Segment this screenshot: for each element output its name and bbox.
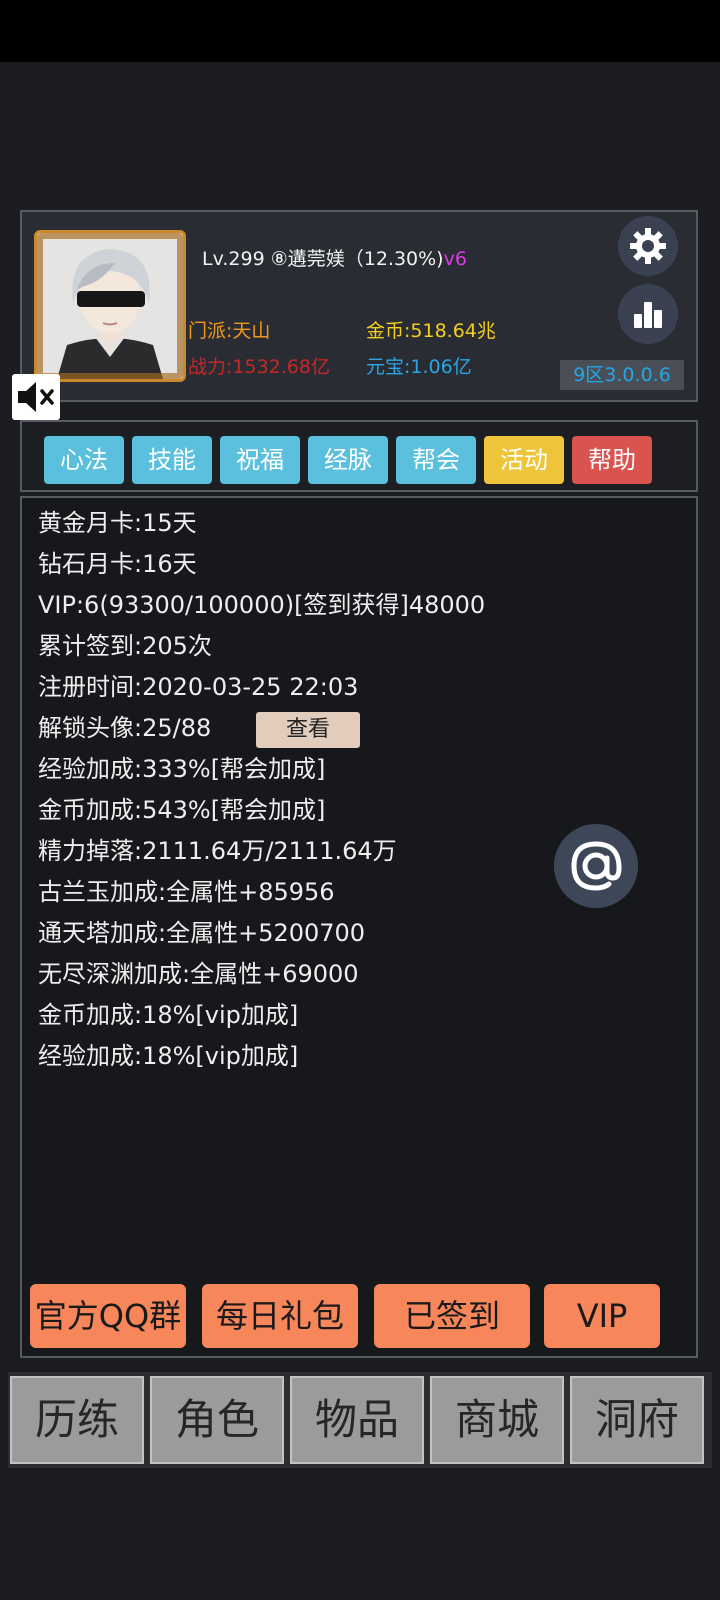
bar-chart-icon [634,302,662,328]
player-info-panel: 黄金月卡:15天 钻石月卡:16天 VIP:6(93300/100000)[签到… [20,496,698,1358]
tab-guild[interactable]: 帮会 [396,436,476,484]
gold-stat: 金币:518.64兆 [366,320,496,342]
vip-level-tag: v6 [443,248,467,270]
avatar-frame-ornament [37,233,183,379]
info-line-total-signin: 累计签到:205次 [38,632,212,660]
view-avatars-button[interactable]: 查看 [256,712,360,748]
info-line-endless-abyss: 无尽深渊加成:全属性+69000 [38,960,359,988]
tab-skills[interactable]: 技能 [132,436,212,484]
combat-power-stat: 战力:1532.68亿 [188,356,330,378]
nav-items[interactable]: 物品 [290,1376,424,1464]
info-line-exp-bonus-guild: 经验加成:333%[帮会加成] [38,755,326,783]
info-line-gold-card: 黄金月卡:15天 [38,509,197,537]
tab-meridians[interactable]: 经脉 [308,436,388,484]
mute-button[interactable] [12,374,60,420]
tab-help[interactable]: 帮助 [572,436,652,484]
sect-stat: 门派:天山 [188,320,271,342]
tab-blessing[interactable]: 祝福 [220,436,300,484]
info-line-vip: VIP:6(93300/100000)[签到获得]48000 [38,591,486,619]
ranking-button[interactable] [618,284,678,344]
info-line-exp-bonus-vip: 经验加成:18%[vip加成] [38,1042,299,1070]
tab-heart-method[interactable]: 心法 [44,436,124,484]
bottom-navigation: 历练 角色 物品 商城 洞府 [8,1372,712,1468]
nav-shop[interactable]: 商城 [430,1376,564,1464]
vip-button[interactable]: VIP [544,1284,660,1348]
server-version-tag: 9区3.0.0.6 [560,360,684,390]
info-line-register-time: 注册时间:2020-03-25 22:03 [38,673,359,701]
player-header: Lv.299 ⑧遘莞媄（12.30%)v6 门派:天山 金币:518.64兆 战… [20,210,698,402]
info-line-diamond-card: 钻石月卡:16天 [38,550,197,578]
info-line-gold-bonus-guild: 金币加成:543%[帮会加成] [38,796,326,824]
gear-icon [630,228,666,264]
tab-events[interactable]: 活动 [484,436,564,484]
daily-gift-button[interactable]: 每日礼包 [202,1284,358,1348]
qq-group-button[interactable]: 官方QQ群 [30,1284,186,1348]
signed-in-button[interactable]: 已签到 [374,1284,530,1348]
player-level-text: Lv.299 ⑧遘莞媄（12.30%) [202,248,444,270]
status-bar [0,0,720,62]
speaker-muted-icon [18,382,54,412]
feature-tab-bar: 心法 技能 祝福 经脉 帮会 活动 帮助 [20,420,698,492]
info-line-gulan-jade: 古兰玉加成:全属性+85956 [38,878,335,906]
contact-button[interactable] [554,824,638,908]
at-sign-icon [571,841,622,891]
nav-cave[interactable]: 洞府 [570,1376,704,1464]
info-line-gold-bonus-vip: 金币加成:18%[vip加成] [38,1001,299,1029]
nav-character[interactable]: 角色 [150,1376,284,1464]
avatar[interactable] [34,230,186,382]
nav-training[interactable]: 历练 [10,1376,144,1464]
ingot-stat: 元宝:1.06亿 [366,356,472,378]
settings-button[interactable] [618,216,678,276]
player-level-name: Lv.299 ⑧遘莞媄（12.30%)v6 [202,244,467,271]
info-line-unlocked-avatars: 解锁头像:25/88 [38,714,212,742]
info-line-sky-tower: 通天塔加成:全属性+5200700 [38,919,366,947]
info-line-energy-drop: 精力掉落:2111.64万/2111.64万 [38,837,397,865]
